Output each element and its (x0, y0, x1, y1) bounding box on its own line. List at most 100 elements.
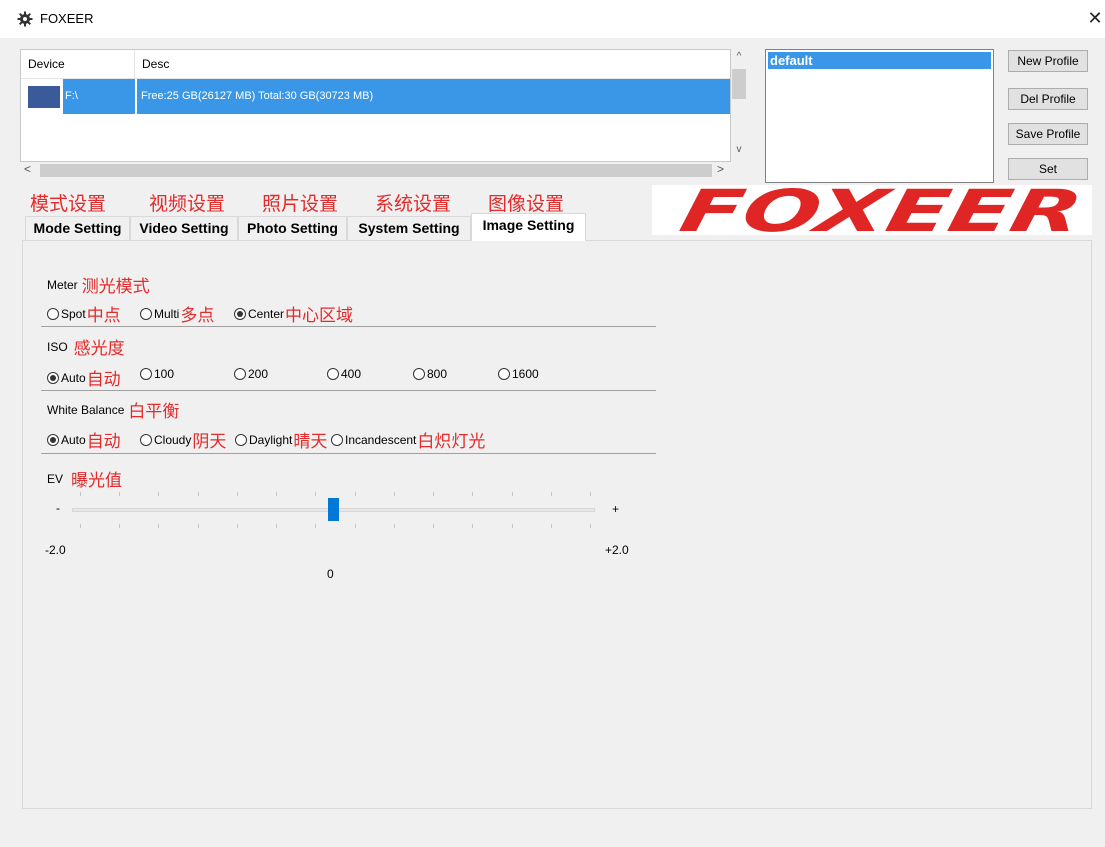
scroll-down-icon[interactable]: v (731, 144, 747, 155)
del-profile-button[interactable]: Del Profile (1008, 88, 1088, 110)
scroll-right-icon[interactable]: > (717, 162, 724, 176)
ev-label-cn: 曝光值 (71, 471, 123, 491)
meter-label-en: Meter (47, 277, 78, 292)
radio-circle-icon (331, 433, 343, 446)
radio-label-cn: 多点 (180, 306, 215, 326)
iso-label-en: ISO (47, 339, 68, 354)
tab-caption-video: 视频设置 (149, 193, 226, 215)
meter-label: Meter 测光模式 (47, 272, 150, 297)
tab-captions-cn: 模式设置 视频设置 照片设置 系统设置 图像设置 (30, 189, 650, 215)
radio-circle-icon (47, 307, 59, 320)
close-icon[interactable]: ✕ (1085, 6, 1105, 30)
desc-cell[interactable]: Free:25 GB(26127 MB) Total:30 GB(30723 M… (137, 79, 730, 114)
tab-mode-setting[interactable]: Mode Setting (25, 216, 130, 240)
ev-label-en: EV (47, 471, 64, 486)
radio-label-cn: 晴天 (293, 432, 328, 452)
slider-tick (158, 524, 159, 528)
slider-tick (119, 492, 120, 496)
iso-1600-radio[interactable]: 1600 (498, 367, 539, 381)
slider-tick (472, 524, 473, 528)
slider-tick (80, 524, 81, 528)
meter-multi-radio[interactable]: Multi 多点 (140, 301, 214, 326)
slider-tick (315, 524, 316, 528)
radio-label-cn: 自动 (86, 432, 121, 452)
tab-caption-system: 系统设置 (375, 193, 452, 215)
save-profile-button[interactable]: Save Profile (1008, 123, 1088, 145)
tab-video-setting[interactable]: Video Setting (130, 216, 238, 240)
tab-photo-setting[interactable]: Photo Setting (238, 216, 347, 240)
device-list-vertical-scrollbar[interactable]: ^ v (731, 49, 747, 162)
slider-tick (315, 492, 316, 496)
radio-circle-icon (140, 368, 152, 380)
title-bar (0, 0, 1105, 38)
wb-auto-radio[interactable]: Auto 自动 (47, 427, 121, 452)
sd-card-icon (28, 86, 60, 108)
wb-incandescent-radio[interactable]: Incandescent 白炽灯光 (331, 427, 485, 452)
window-title: FOXEER (40, 11, 94, 26)
slider-tick (158, 492, 159, 496)
scroll-thumb[interactable] (732, 69, 746, 99)
radio-circle-icon (413, 368, 425, 380)
meter-center-radio[interactable]: Center 中心区域 (234, 301, 353, 326)
wb-daylight-radio[interactable]: Daylight 晴天 (235, 427, 327, 452)
slider-tick (276, 492, 277, 496)
column-header-desc[interactable]: Desc (135, 50, 730, 78)
iso-label: ISO 感光度 (47, 334, 125, 359)
iso-label-cn: 感光度 (73, 339, 125, 359)
ev-min-label: -2.0 (45, 543, 66, 557)
device-list-horizontal-scrollbar[interactable]: < > (20, 162, 731, 179)
slider-tick (590, 492, 591, 496)
iso-auto-radio[interactable]: Auto 自动 (47, 365, 121, 390)
iso-800-radio[interactable]: 800 (413, 367, 447, 381)
iso-200-radio[interactable]: 200 (234, 367, 268, 381)
scroll-left-icon[interactable]: < (24, 162, 31, 176)
slider-tick (355, 492, 356, 496)
radio-label: Auto (61, 370, 86, 385)
ev-max-label: +2.0 (605, 543, 629, 557)
set-button[interactable]: Set (1008, 158, 1088, 180)
tab-image-setting[interactable]: Image Setting (471, 213, 586, 241)
radio-label: Daylight (249, 432, 293, 447)
slider-tick (394, 524, 395, 528)
radio-label-cn: 自动 (86, 370, 121, 390)
radio-label: 100 (154, 367, 175, 381)
iso-100-radio[interactable]: 100 (140, 367, 174, 381)
tab-caption-image: 图像设置 (488, 193, 565, 215)
white-balance-label-cn: 白平衡 (128, 402, 180, 422)
profile-item-default[interactable]: default (768, 52, 991, 69)
new-profile-button[interactable]: New Profile (1008, 50, 1088, 72)
radio-circle-icon (498, 368, 510, 380)
slider-tick (551, 492, 552, 496)
slider-tick (80, 492, 81, 496)
slider-tick (512, 524, 513, 528)
ev-minus-label: - (56, 501, 60, 515)
wb-cloudy-radio[interactable]: Cloudy 阴天 (140, 427, 226, 452)
radio-label: Spot (61, 306, 86, 321)
profile-list[interactable]: default (765, 49, 994, 183)
iso-400-radio[interactable]: 400 (327, 367, 361, 381)
meter-spot-radio[interactable]: Spot 中点 (47, 301, 121, 326)
slider-tick (237, 492, 238, 496)
slider-tick (119, 524, 120, 528)
gear-icon (17, 11, 33, 27)
divider (41, 390, 656, 391)
radio-circle-icon (235, 433, 247, 446)
foxeer-logo: FOXEER (652, 178, 1092, 245)
radio-label: Center (248, 306, 285, 321)
slider-tick (472, 492, 473, 496)
device-cell[interactable]: F:\ (63, 79, 135, 114)
radio-circle-icon (327, 368, 339, 380)
scroll-thumb[interactable] (40, 164, 712, 177)
ev-slider-thumb[interactable] (328, 498, 339, 521)
tab-system-setting[interactable]: System Setting (347, 216, 471, 240)
radio-label-cn: 中点 (86, 306, 121, 326)
tab-caption-photo: 照片设置 (262, 193, 339, 215)
device-list[interactable]: Device Desc F:\ Free:25 GB(26127 MB) Tot… (20, 49, 731, 162)
slider-tick (198, 524, 199, 528)
device-row[interactable]: F:\ Free:25 GB(26127 MB) Total:30 GB(307… (21, 79, 730, 114)
radio-label: 1600 (512, 367, 539, 381)
ev-plus-label: + (612, 502, 620, 516)
column-header-device[interactable]: Device (21, 50, 135, 78)
radio-label: Multi (154, 306, 180, 321)
scroll-up-icon[interactable]: ^ (731, 51, 747, 62)
